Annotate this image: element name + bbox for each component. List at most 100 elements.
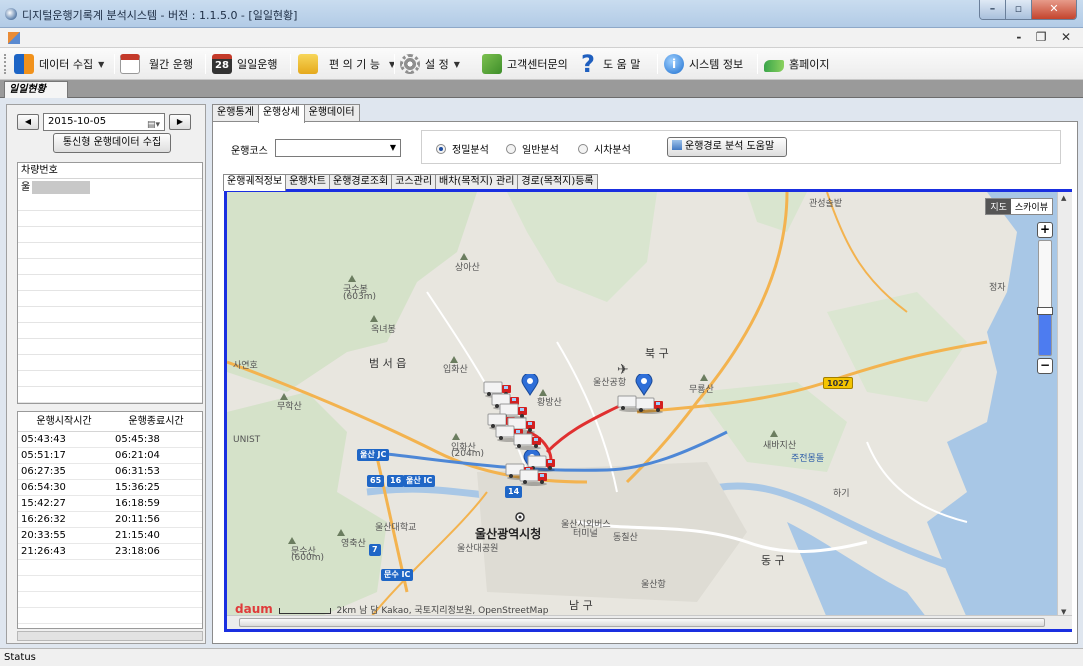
- run-time-rows: 05:43:43 05:45:38 05:51:17 06:21:04 06:27:35…: [18, 432, 202, 560]
- location-pin-icon[interactable]: [521, 374, 539, 396]
- calendar-28-icon: 28: [212, 54, 232, 74]
- road-badge: 16: [387, 475, 405, 487]
- truck-marker-icon[interactable]: [513, 432, 543, 450]
- zoom-slider-handle[interactable]: [1037, 307, 1053, 315]
- road-badge: 1027: [823, 377, 854, 389]
- end-time-cell: 16:18:59: [115, 498, 160, 509]
- start-time-header[interactable]: 운행시작시간: [18, 412, 110, 431]
- truck-marker-icon[interactable]: [519, 468, 549, 486]
- route-analysis-help-label: 운행경로 분석 도움말: [685, 141, 775, 152]
- vehicle-list-header[interactable]: 차량번호: [18, 163, 202, 179]
- tab-run-data[interactable]: 운행데이터: [303, 104, 360, 121]
- maximize-button[interactable]: ▫: [1006, 0, 1032, 19]
- daum-logo[interactable]: daum: [235, 602, 273, 616]
- table-row[interactable]: 05:51:17 06:21:04: [18, 448, 202, 464]
- map-type-switch: 지도 스카이뷰: [985, 198, 1053, 215]
- run-time-list[interactable]: 운행시작시간 운행종료시간 05:43:43 05:45:38 05:51:17 06…: [17, 411, 203, 629]
- location-pin-icon[interactable]: [635, 374, 653, 396]
- radio-time-diff-analysis[interactable]: 시차분석: [578, 141, 631, 156]
- zoom-out-button[interactable]: −: [1037, 358, 1053, 374]
- mdi-child-icon[interactable]: [8, 32, 20, 44]
- help-doc-icon: [672, 140, 682, 150]
- tab-run-chart[interactable]: 운행차트: [285, 174, 331, 189]
- vehicle-list[interactable]: 차량번호 울: [17, 162, 203, 404]
- scroll-up-icon[interactable]: ▲: [1061, 194, 1066, 202]
- tab-trajectory-info[interactable]: 운행궤적정보: [223, 174, 287, 191]
- zoom-in-button[interactable]: +: [1037, 222, 1053, 238]
- tab-route-search[interactable]: 운행경로조회: [329, 174, 393, 189]
- homepage-label: 홈페이지: [789, 58, 830, 71]
- radio-general-analysis[interactable]: 일반분석: [506, 141, 559, 156]
- start-time-cell: 05:51:17: [21, 450, 66, 461]
- map-label: 동 구: [761, 554, 785, 567]
- table-row[interactable]: 21:26:43 23:18:06: [18, 544, 202, 560]
- map-label: 범 서 읍: [369, 357, 407, 370]
- list-item[interactable]: 울: [18, 179, 202, 195]
- table-row[interactable]: 06:27:35 06:31:53: [18, 464, 202, 480]
- horizontal-scrollbar[interactable]: [17, 631, 203, 641]
- redacted-vehicle-number: [32, 180, 91, 194]
- system-info-button[interactable]: i 시스템 정보: [664, 52, 743, 76]
- prev-date-button[interactable]: ◀: [17, 114, 39, 130]
- help-button[interactable]: ? 도 움 말: [578, 52, 640, 76]
- calendar-dropdown-icon[interactable]: ▤▾: [147, 117, 160, 133]
- table-row[interactable]: 05:43:43 05:45:38: [18, 432, 202, 448]
- system-info-label: 시스템 정보: [689, 58, 744, 71]
- date-picker[interactable]: 2015-10-05 ▤▾: [43, 113, 165, 131]
- monthly-run-button[interactable]: 월간 운행: [120, 52, 193, 76]
- tab-route-registration[interactable]: 경로(목적지)등록: [517, 174, 598, 189]
- radio-dot-icon: [578, 143, 588, 154]
- radio-dot-icon: [506, 143, 516, 154]
- daily-run-button[interactable]: 28 일일운행: [212, 52, 277, 76]
- next-date-button[interactable]: ▶: [169, 114, 191, 130]
- end-time-cell: 05:45:38: [115, 434, 160, 445]
- table-row[interactable]: 20:33:55 21:15:40: [18, 528, 202, 544]
- route-analysis-help-button[interactable]: 운행경로 분석 도움말: [667, 137, 787, 157]
- map-view[interactable]: ✈ 관성솔밭 상아산 국수봉 (603m) 정자 옥녀봉 범 서 읍 북 구 사…: [227, 192, 1057, 618]
- tab-dispatch-management[interactable]: 배차(목적지) 관리: [435, 174, 519, 189]
- road-badge: 울산 JC: [357, 449, 390, 461]
- help-icon: ?: [581, 50, 595, 78]
- end-time-cell: 15:36:25: [115, 482, 160, 493]
- table-row[interactable]: 15:42:27 16:18:59: [18, 496, 202, 512]
- tab-run-detail[interactable]: 운행상세: [257, 104, 305, 123]
- truck-marker-icon[interactable]: [635, 396, 665, 414]
- end-time-header[interactable]: 운행종료시간: [110, 412, 202, 431]
- map-label: 남 구: [569, 599, 593, 612]
- map-label: 입화산: [443, 365, 468, 375]
- minimize-button[interactable]: –: [980, 0, 1006, 19]
- collect-telecom-data-button[interactable]: 통신형 운행데이터 수집: [53, 133, 171, 153]
- customer-center-button[interactable]: 고객센터문의: [482, 52, 568, 76]
- map-horizontal-scrollbar[interactable]: [227, 615, 1072, 629]
- close-button[interactable]: ✕: [1032, 0, 1076, 19]
- tab-run-statistics[interactable]: 운행통계: [212, 104, 259, 121]
- map-type-map-button[interactable]: 지도: [986, 199, 1011, 214]
- map-label: 상아산: [455, 263, 480, 273]
- tab-daily-status[interactable]: 일일현황: [4, 81, 68, 98]
- settings-button[interactable]: 설 정 ▼: [400, 52, 460, 76]
- zoom-slider[interactable]: [1037, 240, 1053, 356]
- radio-precise-analysis[interactable]: 정밀분석: [436, 141, 489, 156]
- chevron-down-icon: ▼: [453, 59, 460, 69]
- map-attribution: daum 2km 남 담 Kakao, 국토지리정보원, OpenStreetM…: [235, 602, 549, 616]
- scrollbar-thumb[interactable]: [239, 618, 1045, 627]
- mdi-child-controls[interactable]: - ❐ ✕: [1016, 30, 1077, 44]
- map-label: 사연호: [233, 361, 258, 371]
- info-icon: i: [664, 54, 684, 74]
- course-select[interactable]: ▼: [275, 139, 401, 157]
- chevron-down-icon: ▼: [389, 143, 396, 152]
- table-row[interactable]: 16:26:32 20:11:56: [18, 512, 202, 528]
- map-vertical-scrollbar[interactable]: ▲ ▼: [1057, 192, 1072, 618]
- start-time-cell: 16:26:32: [21, 514, 66, 525]
- start-time-cell: 06:27:35: [21, 466, 66, 477]
- homepage-button[interactable]: 홈페이지: [764, 52, 829, 76]
- data-collect-button[interactable]: 데이터 수집 ▼: [14, 52, 104, 76]
- table-row[interactable]: 06:54:30 15:36:25: [18, 480, 202, 496]
- map-type-skyview-button[interactable]: 스카이뷰: [1011, 199, 1052, 214]
- tab-course-management[interactable]: 코스관리: [391, 174, 437, 189]
- end-time-cell: 06:21:04: [115, 450, 160, 461]
- radio-label: 시차분석: [594, 145, 631, 156]
- convenience-button[interactable]: 편 의 기 능 ▼: [298, 52, 395, 76]
- run-time-header: 운행시작시간 운행종료시간: [18, 412, 202, 432]
- map-label: 터미널: [573, 529, 598, 539]
